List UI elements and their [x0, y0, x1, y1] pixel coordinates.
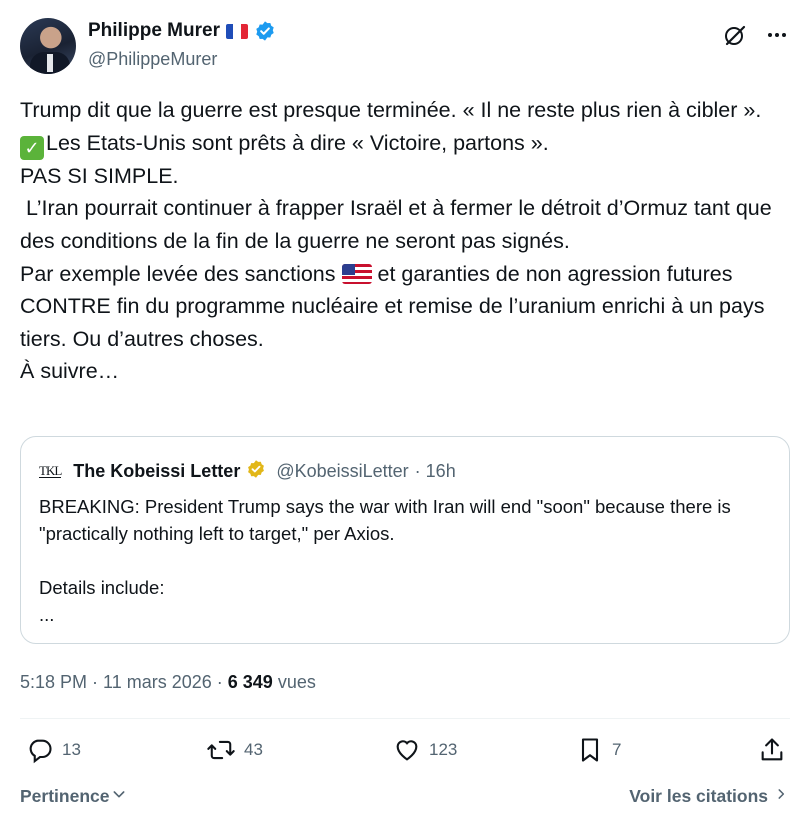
quoted-author-handle: @KobeissiLetter	[276, 461, 409, 481]
quoted-post-time: · 16h	[414, 461, 456, 481]
share-icon	[758, 736, 786, 764]
repost-button[interactable]: 43	[206, 736, 263, 764]
view-quotes-label: Voir les citations	[629, 786, 768, 806]
quoted-author-name: The Kobeissi Letter	[73, 461, 241, 481]
gold-verified-badge-icon	[246, 459, 266, 484]
quoted-post-card[interactable]: TKL The Kobeissi Letter @KobeissiLetter …	[20, 436, 790, 644]
post-line-5: Par exemple levée des sanctions	[20, 261, 336, 286]
divider	[20, 718, 790, 719]
view-quotes-link[interactable]: Voir les citations	[629, 786, 788, 807]
post-line-3: PAS SI SIMPLE.	[20, 163, 179, 188]
post-top-actions	[722, 22, 790, 48]
chevron-right-icon	[774, 786, 788, 807]
like-count: 123	[429, 740, 458, 759]
post-line-7: À suivre…	[20, 359, 120, 384]
quoted-post-header: TKL The Kobeissi Letter @KobeissiLetter …	[39, 459, 456, 484]
reply-count: 13	[62, 740, 81, 759]
bookmark-button[interactable]: 7	[576, 736, 621, 764]
avatar-tie	[47, 54, 53, 72]
post-line-2: Les Etats-Unis sont prêts à dire « Victo…	[46, 130, 549, 155]
sort-dropdown[interactable]: Pertinence	[20, 786, 127, 807]
bookmark-icon	[576, 736, 604, 764]
post-text: Trump dit que la guerre est presque term…	[20, 94, 790, 388]
more-options-icon[interactable]	[764, 22, 790, 48]
avatar[interactable]	[20, 18, 76, 74]
author-name-row: Philippe Murer	[88, 20, 276, 42]
post-meta: 5:18 PM · 11 mars 2026 · 6 349 vues	[20, 672, 316, 693]
like-button[interactable]: 123	[393, 736, 457, 764]
reply-button[interactable]: 13	[26, 736, 81, 764]
author-handle[interactable]: @PhilippeMurer	[88, 49, 217, 70]
repost-icon	[206, 736, 236, 764]
author-name[interactable]: Philippe Murer	[88, 20, 220, 42]
bookmark-count: 7	[612, 740, 622, 759]
views-count: 6 349	[227, 672, 273, 692]
action-bar: 13 43 123 7	[20, 736, 790, 772]
share-button[interactable]	[758, 736, 786, 764]
repost-count: 43	[244, 740, 263, 759]
france-flag-icon	[225, 23, 248, 39]
post-timestamp[interactable]: 5:18 PM · 11 mars 2026 ·	[20, 672, 228, 692]
reply-icon	[26, 736, 54, 764]
post-line-4: L’Iran pourrait continuer à frapper Isra…	[20, 196, 778, 254]
verified-badge-icon	[254, 20, 276, 42]
heart-icon	[393, 736, 421, 764]
grok-icon[interactable]	[722, 22, 748, 48]
kobeissi-logo: TKL	[39, 463, 62, 478]
us-flag-emoji-icon	[341, 263, 372, 284]
quoted-post-text: BREAKING: President Trump says the war w…	[39, 496, 731, 625]
check-mark-emoji-icon: ✓	[20, 135, 44, 160]
sort-label: Pertinence	[20, 786, 110, 806]
post-line-1: Trump dit que la guerre est presque term…	[20, 98, 762, 122]
chevron-down-icon	[111, 786, 127, 807]
views-label: vues	[272, 672, 316, 692]
